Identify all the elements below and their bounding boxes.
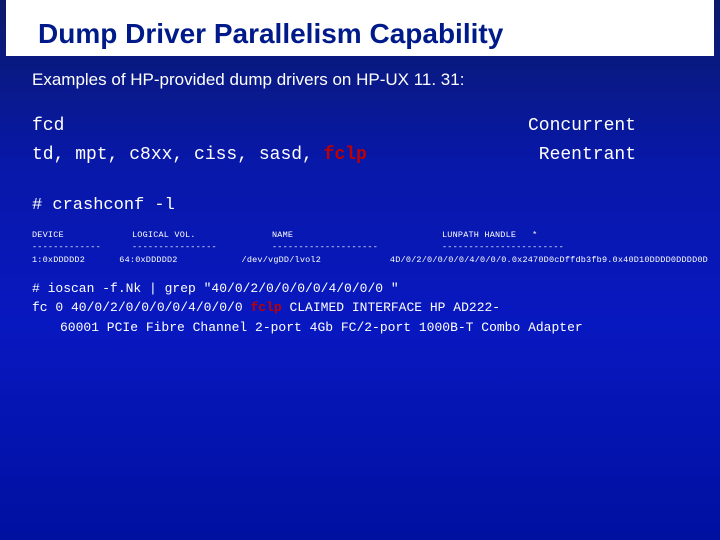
- col-name: NAME: [272, 229, 442, 242]
- driver-highlight: fclp: [324, 145, 367, 165]
- col-logical: LOGICAL VOL.: [132, 229, 272, 242]
- driver-list: fcd Concurrent td, mpt, c8xx, ciss, sasd…: [0, 90, 720, 170]
- driver-left-text: td, mpt, c8xx, ciss, sasd,: [32, 145, 324, 165]
- col-lunpath: LUNPATH HANDLE *: [442, 229, 708, 242]
- logical-value: 64:0xDDDDD2: [119, 254, 241, 267]
- subtitle: Examples of HP-provided dump drivers on …: [0, 56, 720, 90]
- ioscan-result-line1: fc 0 40/0/2/0/0/0/0/4/0/0/0 fclp CLAIMED…: [32, 298, 696, 318]
- slide: Dump Driver Parallelism Capability Examp…: [0, 0, 720, 540]
- ioscan-block: # ioscan -f.Nk | grep "40/0/2/0/0/0/0/4/…: [0, 267, 720, 338]
- table-header: DEVICE LOGICAL VOL. NAME LUNPATH HANDLE …: [32, 229, 708, 242]
- asterisk-icon: *: [532, 230, 537, 240]
- slide-title: Dump Driver Parallelism Capability: [6, 0, 714, 56]
- device-value: 1:0xDDDDD2: [32, 254, 119, 267]
- col-device: DEVICE: [32, 229, 132, 242]
- table-data-row: 1:0xDDDDD2 64:0xDDDDD2 /dev/vgDD/lvol2 4…: [32, 254, 708, 267]
- ioscan-command: # ioscan -f.Nk | grep "40/0/2/0/0/0/0/4/…: [32, 279, 696, 299]
- lunpath-value: 4D/0/2/0/0/0/0/4/0/0/0.0x2470D0cDffdb3fb…: [390, 254, 708, 267]
- driver-row: td, mpt, c8xx, ciss, sasd, fclp Reentran…: [32, 141, 696, 170]
- ioscan-result-line2: 60001 PCIe Fibre Channel 2-port 4Gb FC/2…: [32, 318, 696, 338]
- driver-capability: Reentrant: [539, 141, 636, 170]
- driver-left-text: fcd: [32, 116, 64, 136]
- ioscan-driver-highlight: fclp: [250, 300, 281, 315]
- driver-row: fcd Concurrent: [32, 112, 696, 141]
- crashconf-command: # crashconf -l: [0, 170, 720, 215]
- table-divider: ------------- ---------------- ---------…: [32, 241, 708, 254]
- name-value: /dev/vgDD/lvol2: [242, 254, 390, 267]
- driver-capability: Concurrent: [528, 112, 636, 141]
- crashconf-output: DEVICE LOGICAL VOL. NAME LUNPATH HANDLE …: [0, 215, 720, 267]
